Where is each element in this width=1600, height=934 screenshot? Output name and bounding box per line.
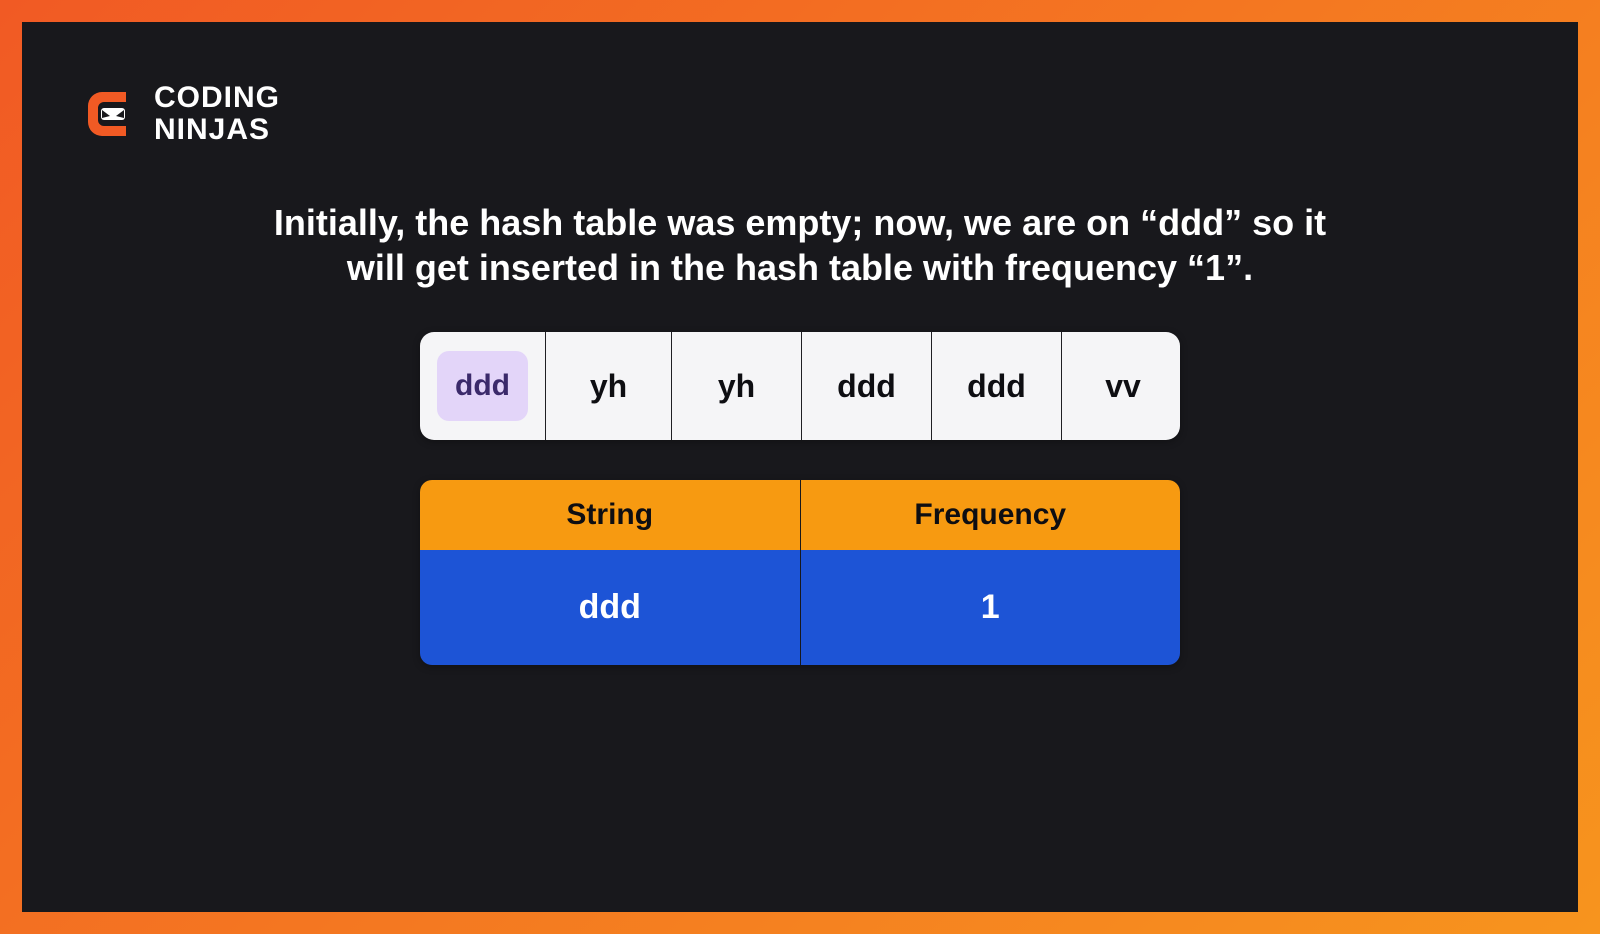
brand-logo-icon — [82, 86, 138, 142]
hash-table-header: String Frequency — [420, 480, 1180, 550]
explanation-text: Initially, the hash table was empty; now… — [260, 200, 1340, 290]
brand-logo: CODING NINJAS — [82, 82, 1518, 145]
slide-content: Initially, the hash table was empty; now… — [82, 200, 1518, 665]
brand-line-2: NINJAS — [154, 114, 280, 146]
array-cell: ddd — [420, 332, 546, 440]
hash-header-string: String — [420, 480, 801, 550]
array-cell: yh — [546, 332, 672, 440]
array-cell-highlight: ddd — [437, 351, 528, 421]
hash-table-row: ddd 1 — [420, 550, 1180, 665]
hash-row-string: ddd — [420, 550, 801, 665]
input-array: ddd yh yh ddd ddd vv — [420, 332, 1180, 440]
slide-frame: CODING NINJAS Initially, the hash table … — [22, 22, 1578, 912]
brand-line-1: CODING — [154, 82, 280, 114]
hash-table: String Frequency ddd 1 — [420, 480, 1180, 665]
array-cell: ddd — [802, 332, 932, 440]
array-cell: ddd — [932, 332, 1062, 440]
array-cell: yh — [672, 332, 802, 440]
array-cell: vv — [1062, 332, 1180, 440]
hash-header-frequency: Frequency — [801, 480, 1181, 550]
brand-logo-text: CODING NINJAS — [154, 82, 280, 145]
hash-row-frequency: 1 — [801, 550, 1181, 665]
